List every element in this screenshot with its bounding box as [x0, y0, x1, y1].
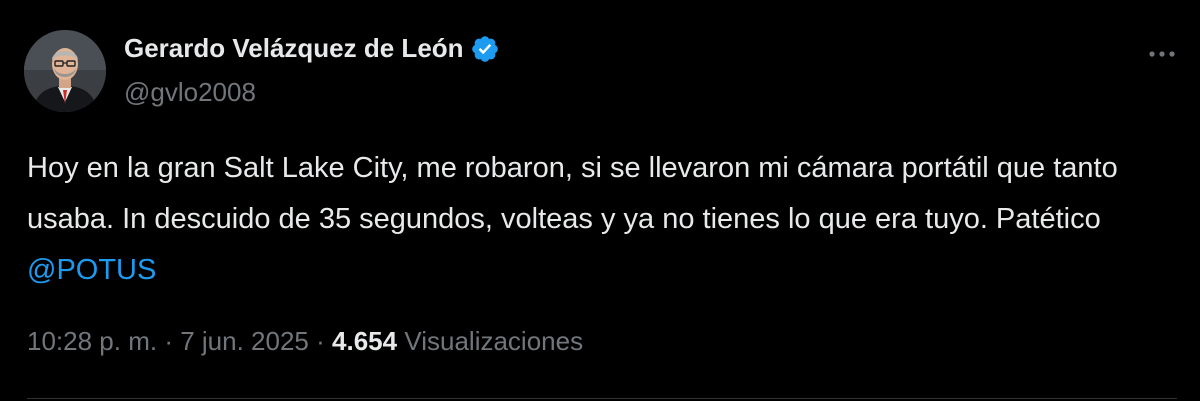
- tweet-metadata: 10:28 p. m. · 7 jun. 2025 · 4.654 Visual…: [27, 326, 583, 357]
- tweet-card[interactable]: Gerardo Velázquez de León @gvlo2008 Hoy …: [0, 0, 1200, 401]
- tweet-time[interactable]: 10:28 p. m.: [27, 326, 157, 356]
- tweet-date[interactable]: 7 jun. 2025: [180, 326, 309, 356]
- mention-link[interactable]: @POTUS: [27, 254, 156, 286]
- meta-separator: ·: [316, 326, 325, 356]
- tweet-text: Hoy en la gran Salt Lake City, me robaro…: [27, 143, 1167, 296]
- avatar-image: [24, 30, 106, 112]
- divider: [27, 398, 1177, 399]
- author-name[interactable]: Gerardo Velázquez de León: [124, 33, 464, 64]
- avatar[interactable]: [24, 30, 106, 112]
- author-name-row[interactable]: Gerardo Velázquez de León: [124, 33, 500, 64]
- verified-badge-icon[interactable]: [470, 34, 500, 64]
- author-handle[interactable]: @gvlo2008: [124, 77, 256, 108]
- more-options-button[interactable]: [1140, 36, 1184, 72]
- views-label[interactable]: Visualizaciones: [404, 326, 583, 356]
- views-count[interactable]: 4.654: [332, 326, 397, 356]
- meta-separator: ·: [164, 326, 173, 356]
- more-options-icon: [1149, 51, 1175, 57]
- tweet-body: Hoy en la gran Salt Lake City, me robaro…: [27, 152, 1118, 235]
